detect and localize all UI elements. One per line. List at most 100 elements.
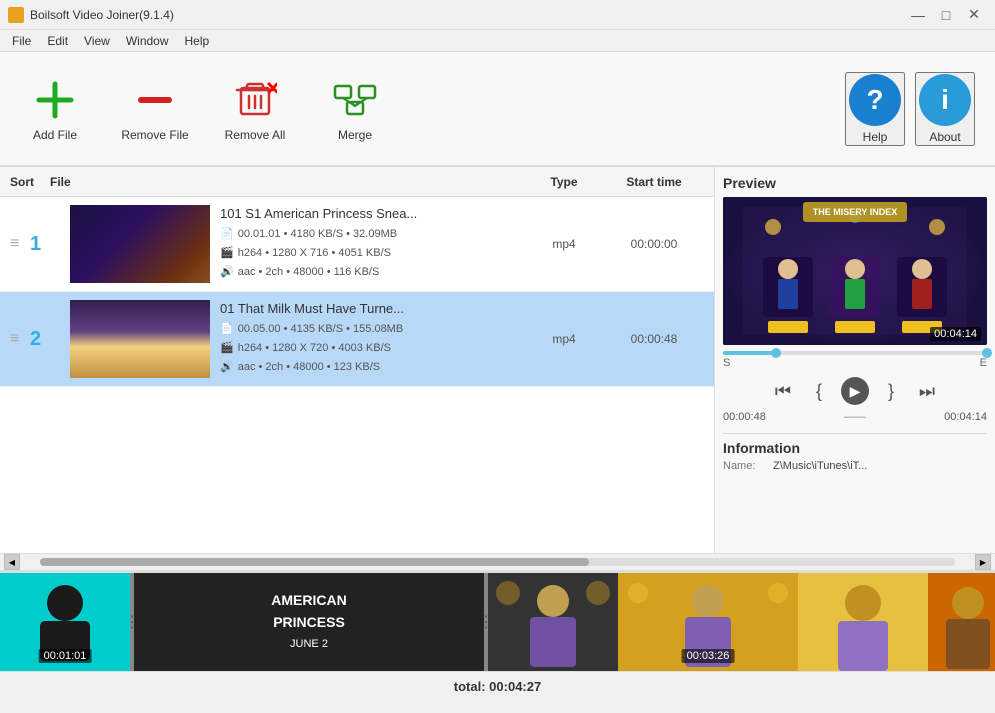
row-info: 101 S1 American Princess Snea... 📄 00.01… (220, 206, 524, 281)
timeline-item-2b[interactable]: 00:03:26 (618, 573, 798, 671)
row-meta: 📄 00.05.00 • 4135 KB/S • 155.08MB 🎬 h264… (220, 320, 524, 376)
preview-slider-end-thumb[interactable] (982, 348, 992, 358)
horizontal-scrollbar[interactable]: ◀ ▶ (0, 553, 995, 571)
meta-video: h264 • 1280 X 716 • 4051 KB/S (238, 244, 391, 263)
total-label: total: 00:04:27 (454, 679, 541, 694)
merge-label: Merge (338, 128, 372, 142)
app-title: Boilsoft Video Joiner(9.1.4) (30, 8, 174, 22)
menu-window[interactable]: Window (118, 32, 177, 50)
mark-out-button[interactable]: } (877, 377, 905, 405)
help-icon: ? (849, 74, 901, 126)
merge-button[interactable]: Merge (320, 76, 390, 142)
about-label: About (929, 130, 960, 144)
end-label: E (980, 357, 987, 369)
close-button[interactable]: ✕ (961, 5, 987, 25)
timeline-item-1a[interactable]: 00:01:01 (0, 573, 130, 671)
title-bar-controls: — □ ✕ (905, 5, 987, 25)
scroll-right-arrow[interactable]: ▶ (975, 554, 991, 570)
table-row[interactable]: ≡ 2 01 That Milk Must Have Turne... 📄 00… (0, 292, 714, 387)
row-title: 101 S1 American Princess Snea... (220, 206, 524, 221)
row-title: 01 That Milk Must Have Turne... (220, 301, 524, 316)
remove-all-button[interactable]: Remove All (220, 76, 290, 142)
scrollbar-track[interactable] (40, 558, 955, 566)
col-sort-header: Sort (10, 175, 50, 189)
skip-to-start-button[interactable]: ⏮ (769, 377, 797, 405)
meta-audio-line: 🔊 aac • 2ch • 48000 • 116 KB/S (220, 263, 524, 282)
row-info: 01 That Milk Must Have Turne... 📄 00.05.… (220, 301, 524, 376)
drag-handle[interactable]: ≡ (10, 330, 30, 348)
timeline: 00:01:01 ⋮ AMERICAN PRINCESS JUNE 2 ⋮ (0, 571, 995, 671)
info-name-value: Z\Music\iTunes\iT... (773, 460, 987, 472)
maximize-button[interactable]: □ (933, 5, 959, 25)
menu-view[interactable]: View (76, 32, 118, 50)
start-label: S (723, 357, 730, 369)
remove-all-label: Remove All (225, 128, 286, 142)
video-meta-icon: 🎬 (220, 339, 234, 358)
meta-file: 00.01.01 • 4180 KB/S • 32.09MB (238, 225, 397, 244)
row-thumbnail (70, 205, 210, 283)
merge-icon (331, 76, 379, 124)
svg-text:JUNE 2: JUNE 2 (290, 638, 328, 650)
preview-slider-start-thumb[interactable] (771, 348, 781, 358)
row-start: 00:00:00 (604, 237, 704, 251)
preview-video: THE MISERY INDEX 00:04:14 (723, 197, 987, 345)
file-list: Sort File Type Start time ≡ 1 101 S1 Ame… (0, 167, 715, 553)
end-time: 00:04:14 (944, 411, 987, 423)
scroll-left-arrow[interactable]: ◀ (4, 554, 20, 570)
remove-file-icon (131, 76, 179, 124)
minimize-button[interactable]: — (905, 5, 931, 25)
preview-slider-row (723, 351, 987, 355)
preview-video-inner: THE MISERY INDEX (723, 197, 987, 345)
start-time: 00:00:48 (723, 411, 766, 423)
remove-file-label: Remove File (121, 128, 188, 142)
svg-text:THE MISERY INDEX: THE MISERY INDEX (813, 207, 898, 217)
meta-audio-line: 🔊 aac • 2ch • 48000 • 123 KB/S (220, 358, 524, 377)
preview-title: Preview (723, 175, 987, 191)
help-about-group: ? Help i About (845, 72, 975, 146)
meta-file-line: 📄 00.01.01 • 4180 KB/S • 32.09MB (220, 225, 524, 244)
timeline-item-2c[interactable] (798, 573, 928, 671)
meta-file-line: 📄 00.05.00 • 4135 KB/S • 155.08MB (220, 320, 524, 339)
mark-in-button[interactable]: { (805, 377, 833, 405)
col-file-header: File (50, 175, 524, 189)
meta-audio: aac • 2ch • 48000 • 123 KB/S (238, 358, 380, 377)
about-button[interactable]: i About (915, 72, 975, 146)
row-number: 1 (30, 233, 60, 256)
timeline-track: 00:01:01 ⋮ AMERICAN PRINCESS JUNE 2 ⋮ (0, 573, 995, 671)
drag-handle[interactable]: ≡ (10, 235, 30, 253)
meta-video-line: 🎬 h264 • 1280 X 720 • 4003 KB/S (220, 339, 524, 358)
menu-bar: File Edit View Window Help (0, 30, 995, 52)
menu-help[interactable]: Help (177, 32, 218, 50)
help-button[interactable]: ? Help (845, 72, 905, 146)
svg-text:AMERICAN: AMERICAN (271, 592, 346, 608)
preview-panel: Preview (715, 167, 995, 553)
timeline-item-2a[interactable] (488, 573, 618, 671)
remove-file-button[interactable]: Remove File (120, 76, 190, 142)
timeline-item-last[interactable] (928, 573, 995, 671)
skip-to-end-button[interactable]: ⏭ (913, 377, 941, 405)
timeline-item-1b[interactable]: AMERICAN PRINCESS JUNE 2 (134, 573, 484, 671)
scrollbar-thumb[interactable] (40, 558, 589, 566)
information-title: Information (723, 440, 987, 456)
menu-edit[interactable]: Edit (39, 32, 76, 50)
row-meta: 📄 00.01.01 • 4180 KB/S • 32.09MB 🎬 h264 … (220, 225, 524, 281)
col-start-header: Start time (604, 175, 704, 189)
meta-video-line: 🎬 h264 • 1280 X 716 • 4051 KB/S (220, 244, 524, 263)
se-labels: S E (723, 357, 987, 369)
preview-slider[interactable] (723, 351, 987, 355)
add-file-button[interactable]: Add File (20, 76, 90, 142)
menu-file[interactable]: File (4, 32, 39, 50)
toolbar: Add File Remove File Remove All (0, 52, 995, 167)
svg-text:PRINCESS: PRINCESS (273, 614, 345, 630)
timeline-time-1: 00:01:01 (39, 649, 92, 663)
file-meta-icon: 📄 (220, 320, 234, 339)
title-bar: Boilsoft Video Joiner(9.1.4) — □ ✕ (0, 0, 995, 30)
row-type: mp4 (524, 237, 604, 251)
play-button[interactable]: ▶ (841, 377, 869, 405)
time-separator: —— (844, 411, 866, 423)
row-number: 2 (30, 328, 60, 351)
table-row[interactable]: ≡ 1 101 S1 American Princess Snea... 📄 0… (0, 197, 714, 292)
meta-video: h264 • 1280 X 720 • 4003 KB/S (238, 339, 391, 358)
help-label: Help (863, 130, 888, 144)
app-icon (8, 7, 24, 23)
